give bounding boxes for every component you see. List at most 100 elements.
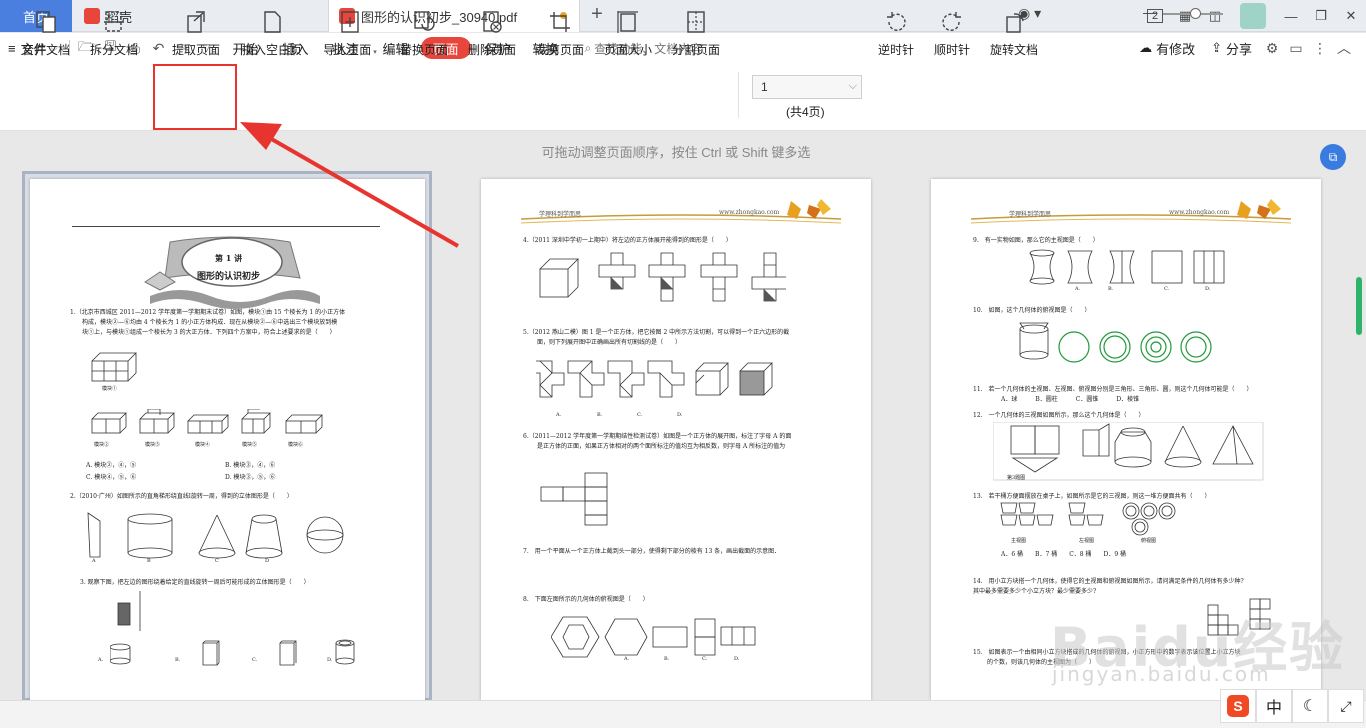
expand-icon[interactable]: ⤢ [1328,689,1364,723]
close-icon[interactable]: ✕ [1336,0,1366,32]
settings-gear-icon[interactable]: ⚙ [1260,33,1284,63]
eye-icon[interactable]: ◉ ▾ [1018,5,1041,22]
figure-label: 模块③ [145,442,161,448]
question-text: 的个数，则该几何体的主视图为（ ） [987,659,1096,666]
divide-label: 分割页面 [671,43,720,57]
figure-label: 模块① [102,386,118,392]
figure-label: 左视图 [1079,538,1095,544]
question-text: 15. 如图表示一个由相同小立方块搭成的几何体的俯视图，小正方形中的数字表示该位… [973,649,1241,656]
split-document-button[interactable]: 拆分文档 [88,4,140,62]
delete-icon [478,8,506,36]
page-size-icon [614,8,642,36]
zoom-slider-knob[interactable] [1190,8,1201,19]
minimize-icon[interactable]: — [1276,0,1306,32]
collapse-ribbon-icon[interactable]: ︿ [1332,33,1356,63]
question-text: 10. 如图，这个几何体的俯视图是（ ） [973,307,1091,314]
extract-page-button[interactable]: 提取页面 [170,4,222,62]
crop-icon [546,8,574,36]
top-view-figure [551,616,756,658]
question-text: 4.（2011 深圳中学初一上期中）将左边的正方体展开能得到的图形是（ ） [523,237,732,244]
answer-option: A. [556,412,562,418]
question-text: 5.（2012 燕山二模）图 1 是一个正方体，把它按图 2 中所示方法切割，可… [523,329,790,336]
answer-option: C [215,558,219,564]
answer-option: A. [1075,286,1081,292]
share-label: 分享 [1225,41,1252,57]
question-text: 7. 用一个平面从一个正方体上截到头一部分，使得剩下部分的棱有 13 条，画出截… [523,548,781,555]
divide-page-button[interactable]: 分割页面 [670,4,722,62]
floating-tool-icon[interactable]: ⧉ [1320,144,1346,170]
question-text: 12. 一个几何体的三视图如图所示，那么这个几何体是（ ） [973,412,1145,419]
share-button[interactable]: ⇪ 分享 [1203,33,1260,63]
page-size-label: 页面大小 [603,43,652,57]
has-changes-label: 有修改 [1156,41,1196,57]
answer-option: B. [664,656,670,662]
view-options-figure [1029,249,1225,285]
avatar[interactable] [1240,3,1266,29]
rotate-cw-button[interactable]: 顺时针 [930,4,974,62]
question-text: 是正方体的正面，如果正方体相对的两个面所标注的值均互为相反数，则字母 A 所标注… [537,443,786,450]
divider [738,72,739,118]
figure-label: 模块④ [195,442,211,448]
rotate-cw-icon [938,8,966,36]
figure-label: 主视图 [1011,538,1027,544]
undo-icon[interactable]: ↶ [146,33,170,63]
import-label-wrap: 导入页面 ▾ [323,41,376,58]
rule [72,226,380,227]
crop-label: 裁剪页面 [535,43,584,57]
cube-views-figure [1207,598,1271,636]
import-label: 导入页面 [323,43,372,57]
delete-page-button[interactable]: 删除页面 [466,4,518,62]
answer-option: A．球 B．圆柱 C．圆锥 D．棱锥 [1001,396,1140,403]
comment-icon[interactable]: ▭ [1284,33,1308,63]
replace-page-button[interactable]: 替换页面 [398,4,450,62]
noodle-views-figure [1000,502,1176,536]
blank-page-icon [258,8,286,36]
page-number-select[interactable]: 1 ⌵ [752,75,862,99]
insert-blank-page-button[interactable]: 插入空白页 [240,4,304,62]
answer-option: B. [175,657,181,663]
merge-document-button[interactable]: 合并文档 [20,4,72,62]
page-size-button[interactable]: 页面大小 [602,4,654,62]
cloud-icon: ☁ [1139,40,1153,55]
page-total-label: (共4页) [786,105,825,119]
answer-option: B. 模块③，④，⑥ [225,462,276,469]
answer-option: D. [734,656,740,662]
question-text: 面，则下列展开图中正确画出所有切割线的是（ ） [537,339,682,346]
question-text: 3. 观察下图，把左边的图形绕着给定的直线旋转一周后可能形成的立体图形是（ ） [80,579,310,586]
more-icon[interactable]: ⋮ [1308,33,1332,63]
extract-icon [182,8,210,36]
has-changes-button[interactable]: ☁ 有修改 [1131,33,1203,63]
question-text: 其中最多需要多少个小立方块？最少需要多少? [973,588,1097,595]
page-thumbnail-1[interactable]: 第 1 讲 图形的认识初步 1.（北京市西城区 2011—2012 学年度第一学… [30,179,425,700]
skin-icon[interactable]: ◫ [1200,0,1230,32]
page-thumbnail-2[interactable]: 学理科到学而思 www.zhongkao.com 4.（2011 深圳中学初一上… [481,179,871,700]
crop-page-button[interactable]: 裁剪页面 [534,4,586,62]
figure-label: 俯视图 [1141,538,1157,544]
page-thumbnail-3[interactable]: 学理科到学而思 www.zhongkao.com 9. 有一实物如图，那么它的主… [931,179,1321,700]
vertical-scrollbar[interactable] [1356,277,1362,335]
import-page-button[interactable]: 导入页面 ▾ [320,4,380,62]
rotate-ccw-label: 逆时针 [877,43,914,57]
merge-icon [32,8,60,36]
figure-label: 模块⑤ [242,442,258,448]
header-left-text: 学理科到学而思 [539,211,582,218]
restore-icon[interactable]: ❐ [1306,0,1336,32]
answer-option: B. [1108,286,1114,292]
answer-option: D. [327,657,333,663]
insert-blank-label: 插入空白页 [241,43,302,57]
question-text: 2.（2010·广州）如图所示的直角梯形绕直线l旋转一周，得到的立体图形是（ ） [70,493,293,500]
highlight-annotation [153,64,237,130]
moon-icon[interactable]: ☾ [1292,689,1328,723]
rotate-ccw-button[interactable]: 逆时针 [874,4,918,62]
question-text: 9. 有一实物如图，那么它的主视图是（ ） [973,237,1099,244]
ime-sogou-icon[interactable]: S [1220,689,1256,723]
lesson-title: 图形的认识初步 [197,272,261,282]
zoom-out-icon[interactable]: — [1143,4,1157,20]
answer-option: B [147,558,151,564]
figure-label: 模块⑥ [288,442,304,448]
ime-language-toggle[interactable]: 中 [1256,689,1292,723]
top-view-options-figure [1019,322,1212,363]
answer-option: C. [702,656,708,662]
answer-option: A. [98,657,104,663]
answer-option: A. [624,656,630,662]
